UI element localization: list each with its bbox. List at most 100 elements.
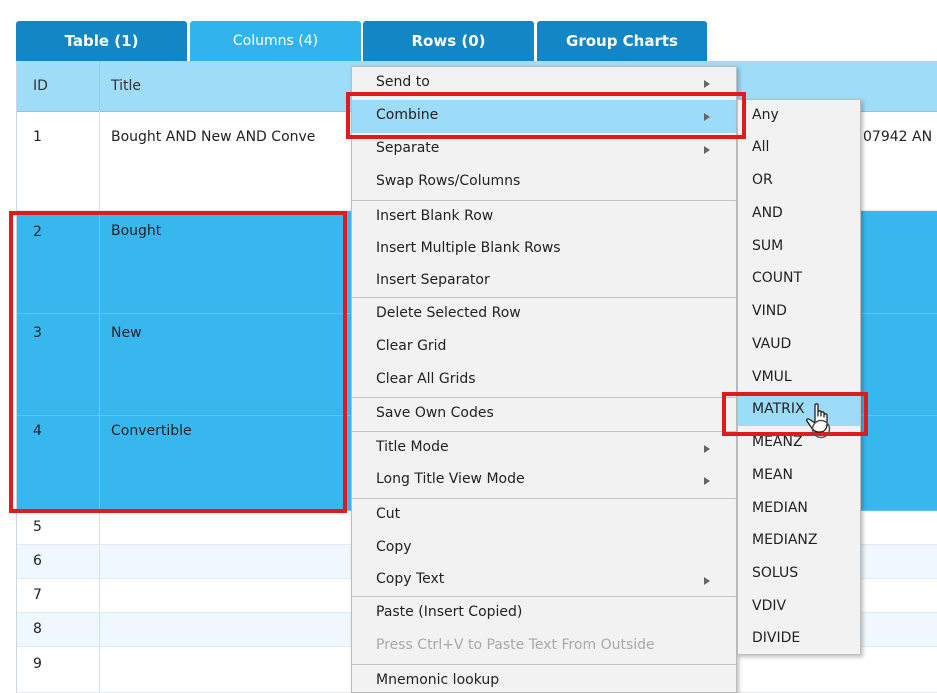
menu-item-title-mode[interactable]: Title Mode xyxy=(352,431,736,464)
triangle-right-icon xyxy=(704,113,710,121)
submenu-item-label: MATRIX xyxy=(752,401,805,417)
submenu-item-divide[interactable]: DIVIDE xyxy=(738,623,860,655)
submenu-item-solus[interactable]: SOLUS xyxy=(738,558,860,590)
submenu-item-vdiv[interactable]: VDIV xyxy=(738,591,860,623)
menu-item-copy[interactable]: Copy xyxy=(352,532,736,565)
row-title-overflow: 07942 AN xyxy=(863,129,933,145)
row-title: Convertible xyxy=(111,423,192,439)
submenu-item-label: OR xyxy=(752,172,773,188)
submenu-item-sum[interactable]: SUM xyxy=(738,231,860,263)
submenu-item-vmul[interactable]: VMUL xyxy=(738,362,860,394)
submenu-item-vaud[interactable]: VAUD xyxy=(738,329,860,361)
menu-item-label: Combine xyxy=(376,107,439,123)
triangle-right-icon xyxy=(704,146,710,154)
triangle-right-icon xyxy=(704,477,710,485)
menu-item-cut[interactable]: Cut xyxy=(352,498,736,531)
menu-item-copy-text[interactable]: Copy Text xyxy=(352,564,736,597)
menu-item-label: Mnemonic lookup xyxy=(376,672,500,688)
menu-item-insert-multiple-blank-rows[interactable]: Insert Multiple Blank Rows xyxy=(352,233,736,266)
menu-item-label: Separate xyxy=(376,140,440,156)
submenu-item-label: SOLUS xyxy=(752,565,799,581)
submenu-item-label: Any xyxy=(752,107,779,123)
header-title[interactable]: Title xyxy=(111,78,141,94)
row-id: 1 xyxy=(33,129,42,145)
id-cell xyxy=(17,511,100,544)
submenu-item-label: MEDIANZ xyxy=(752,532,818,548)
menu-item-send-to[interactable]: Send to xyxy=(352,67,736,100)
menu-item-insert-blank-row[interactable]: Insert Blank Row xyxy=(352,200,736,233)
submenu-item-or[interactable]: OR xyxy=(738,165,860,197)
tab-table[interactable]: Table (1) xyxy=(16,21,187,61)
submenu-item-meanz[interactable]: MEANZ xyxy=(738,427,860,459)
menu-item-label: Cut xyxy=(376,506,401,522)
menu-item-label: Title Mode xyxy=(376,439,449,455)
menu-item-delete-selected-row[interactable]: Delete Selected Row xyxy=(352,297,736,330)
submenu-item-label: VMUL xyxy=(752,369,792,385)
row-id: 2 xyxy=(33,224,42,240)
combine-submenu: Any All OR AND SUM COUNT VIND VAUD VMUL … xyxy=(737,99,861,655)
row-id: 3 xyxy=(33,325,42,341)
menu-item-label: Insert Multiple Blank Rows xyxy=(376,240,561,256)
menu-item-label: Save Own Codes xyxy=(376,405,494,421)
submenu-item-label: VDIV xyxy=(752,598,787,614)
submenu-item-all[interactable]: All xyxy=(738,132,860,164)
menu-item-label: Insert Blank Row xyxy=(376,208,494,224)
menu-item-label: Long Title View Mode xyxy=(376,471,525,487)
menu-item-label: Copy xyxy=(376,539,412,555)
tab-group-charts[interactable]: Group Charts xyxy=(537,21,707,61)
id-cell xyxy=(17,416,100,510)
submenu-item-label: All xyxy=(752,139,770,155)
triangle-right-icon xyxy=(704,445,710,453)
submenu-item-label: MEANZ xyxy=(752,434,803,450)
menu-item-save-own-codes[interactable]: Save Own Codes xyxy=(352,397,736,430)
id-cell xyxy=(17,647,100,692)
menu-item-paste-insert-copied[interactable]: Paste (Insert Copied) xyxy=(352,596,736,629)
menu-item-label: Clear All Grids xyxy=(376,371,476,387)
menu-item-label: Delete Selected Row xyxy=(376,305,521,321)
submenu-item-label: SUM xyxy=(752,238,784,254)
submenu-item-label: AND xyxy=(752,205,783,221)
header-id[interactable]: ID xyxy=(33,78,48,94)
submenu-item-any[interactable]: Any xyxy=(738,100,860,132)
row-id: 9 xyxy=(33,656,42,672)
menu-item-label: Send to xyxy=(376,74,430,90)
submenu-item-medianz[interactable]: MEDIANZ xyxy=(738,525,860,557)
row-title: New xyxy=(111,325,142,341)
menu-item-clear-all-grids[interactable]: Clear All Grids xyxy=(352,364,736,397)
id-cell xyxy=(17,111,100,210)
id-cell xyxy=(17,579,100,612)
menu-item-separate[interactable]: Separate xyxy=(352,133,736,166)
context-menu: Send to Combine Separate Swap Rows/Colum… xyxy=(351,66,737,693)
triangle-right-icon xyxy=(704,80,710,88)
menu-item-label: Clear Grid xyxy=(376,338,447,354)
row-id: 8 xyxy=(33,621,42,637)
submenu-item-vind[interactable]: VIND xyxy=(738,296,860,328)
menu-item-insert-separator[interactable]: Insert Separator xyxy=(352,265,736,298)
submenu-item-matrix[interactable]: MATRIX xyxy=(738,394,860,426)
id-cell xyxy=(17,545,100,578)
tab-rows[interactable]: Rows (0) xyxy=(363,21,534,61)
menu-item-long-title-view-mode[interactable]: Long Title View Mode xyxy=(352,464,736,497)
submenu-item-label: DIVIDE xyxy=(752,630,801,646)
submenu-item-label: COUNT xyxy=(752,270,803,286)
row-id: 6 xyxy=(33,553,42,569)
header-id-cell xyxy=(17,61,100,111)
tab-columns[interactable]: Columns (4) xyxy=(190,21,361,61)
submenu-item-median[interactable]: MEDIAN xyxy=(738,493,860,525)
row-id: 5 xyxy=(33,519,42,535)
submenu-item-label: VIND xyxy=(752,303,787,319)
menu-item-mnemonic-lookup[interactable]: Mnemonic lookup xyxy=(352,664,736,692)
top-strip xyxy=(0,0,937,16)
submenu-item-label: VAUD xyxy=(752,336,792,352)
menu-item-label: Paste (Insert Copied) xyxy=(376,604,523,620)
row-id: 4 xyxy=(33,423,42,439)
menu-item-clear-grid[interactable]: Clear Grid xyxy=(352,331,736,364)
id-cell xyxy=(17,314,100,415)
menu-item-combine[interactable]: Combine xyxy=(352,100,736,133)
menu-item-swap-rows-columns[interactable]: Swap Rows/Columns xyxy=(352,166,736,199)
submenu-item-and[interactable]: AND xyxy=(738,198,860,230)
submenu-item-count[interactable]: COUNT xyxy=(738,263,860,295)
menu-item-label: Copy Text xyxy=(376,571,445,587)
submenu-item-label: MEAN xyxy=(752,467,793,483)
submenu-item-mean[interactable]: MEAN xyxy=(738,460,860,492)
